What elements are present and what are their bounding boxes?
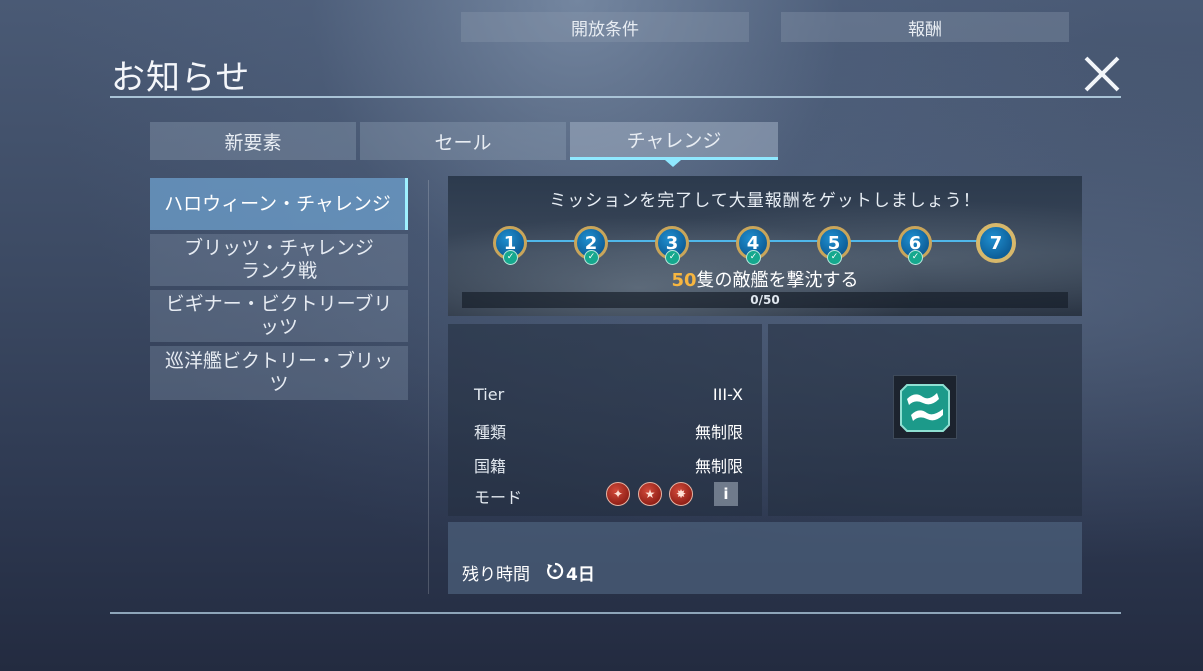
mode-info-button[interactable]: i [714, 482, 738, 506]
mission-progress-bar: 0/50 [462, 292, 1068, 308]
progress-text: 0/50 [750, 293, 780, 307]
footer-panel [448, 522, 1082, 594]
tier-value: III-X [712, 385, 743, 404]
reward-heading: 報酬 [781, 12, 1069, 42]
nation-label: 国籍 [474, 457, 507, 476]
sidebar-item-label: ッツ [259, 316, 298, 338]
banner-title: ミッションを完了して大量報酬をゲットしましょう！ [549, 191, 981, 211]
type-label: 種類 [474, 423, 507, 442]
mode-standard-icon: ✦ [606, 482, 630, 506]
step-completed-check-icon: ✓ [746, 250, 761, 265]
active-tab-indicator [665, 160, 681, 167]
sidebar-item-label: ツ [269, 373, 289, 395]
sidebar-item-beginner-victory[interactable]: ビギナー・ビクトリーブリ ッツ [150, 290, 408, 342]
sidebar-item-blitz-challenge[interactable]: ブリッツ・チャレンジ ランク戦 [150, 234, 408, 286]
mission-count: 50 [671, 270, 697, 291]
nation-value: 無制限 [694, 457, 743, 476]
time-remaining-label: 残り時間 [462, 565, 530, 585]
step-completed-check-icon: ✓ [908, 250, 923, 265]
sidebar-item-label: ランク戦 [240, 260, 317, 282]
mission-step-7: 7 [976, 223, 1016, 263]
tab-sale[interactable]: セール [360, 122, 566, 160]
close-icon [1084, 56, 1120, 92]
mission-text: 隻の敵艦を撃沈する [696, 270, 859, 291]
mode-label: モード [474, 488, 523, 507]
sidebar-item-label: 巡洋艦ビクトリー・ブリッ [164, 350, 393, 372]
tab-bar: 新要素 セール チャレンジ [150, 122, 778, 160]
close-button[interactable] [1080, 52, 1124, 96]
step-completed-check-icon: ✓ [503, 250, 518, 265]
mode-ranked-icon: ★ [638, 482, 662, 506]
camouflage-reward-icon [900, 384, 950, 432]
footer-divider [110, 612, 1121, 614]
tab-new[interactable]: 新要素 [150, 122, 356, 160]
conditions-heading: 開放条件 [461, 12, 749, 42]
sidebar-item-label: ハロウィーン・チャレンジ [164, 192, 391, 215]
header-divider [110, 96, 1121, 98]
step-completed-check-icon: ✓ [827, 250, 842, 265]
mission-description: 50隻の敵艦を撃沈する [448, 266, 1082, 292]
time-remaining-value: 4日 [566, 565, 595, 585]
timer-icon [547, 562, 564, 580]
reward-item[interactable] [893, 375, 957, 439]
content-divider [428, 180, 429, 594]
sidebar-item-label: ビギナー・ビクトリーブリ [165, 293, 393, 315]
sidebar-item-cruiser-victory[interactable]: 巡洋艦ビクトリー・ブリッ ツ [150, 346, 408, 400]
sidebar-item-label: ブリッツ・チャレンジ [184, 237, 374, 259]
step-completed-check-icon: ✓ [584, 250, 599, 265]
mission-banner: ミッションを完了して大量報酬をゲットしましょう！ 1 ✓ 2 ✓ 3 ✓ 4 ✓ 5 ✓ 6 ✓ 7 5… [448, 176, 1082, 316]
page-title: お知らせ [111, 58, 251, 98]
mode-special-icon: ✸ [669, 482, 693, 506]
step-completed-check-icon: ✓ [665, 250, 680, 265]
tab-challenge[interactable]: チャレンジ [570, 122, 778, 160]
sidebar-item-halloween-challenge[interactable]: ハロウィーン・チャレンジ [150, 178, 408, 230]
type-value: 無制限 [694, 423, 743, 442]
tier-label: Tier [474, 385, 505, 404]
